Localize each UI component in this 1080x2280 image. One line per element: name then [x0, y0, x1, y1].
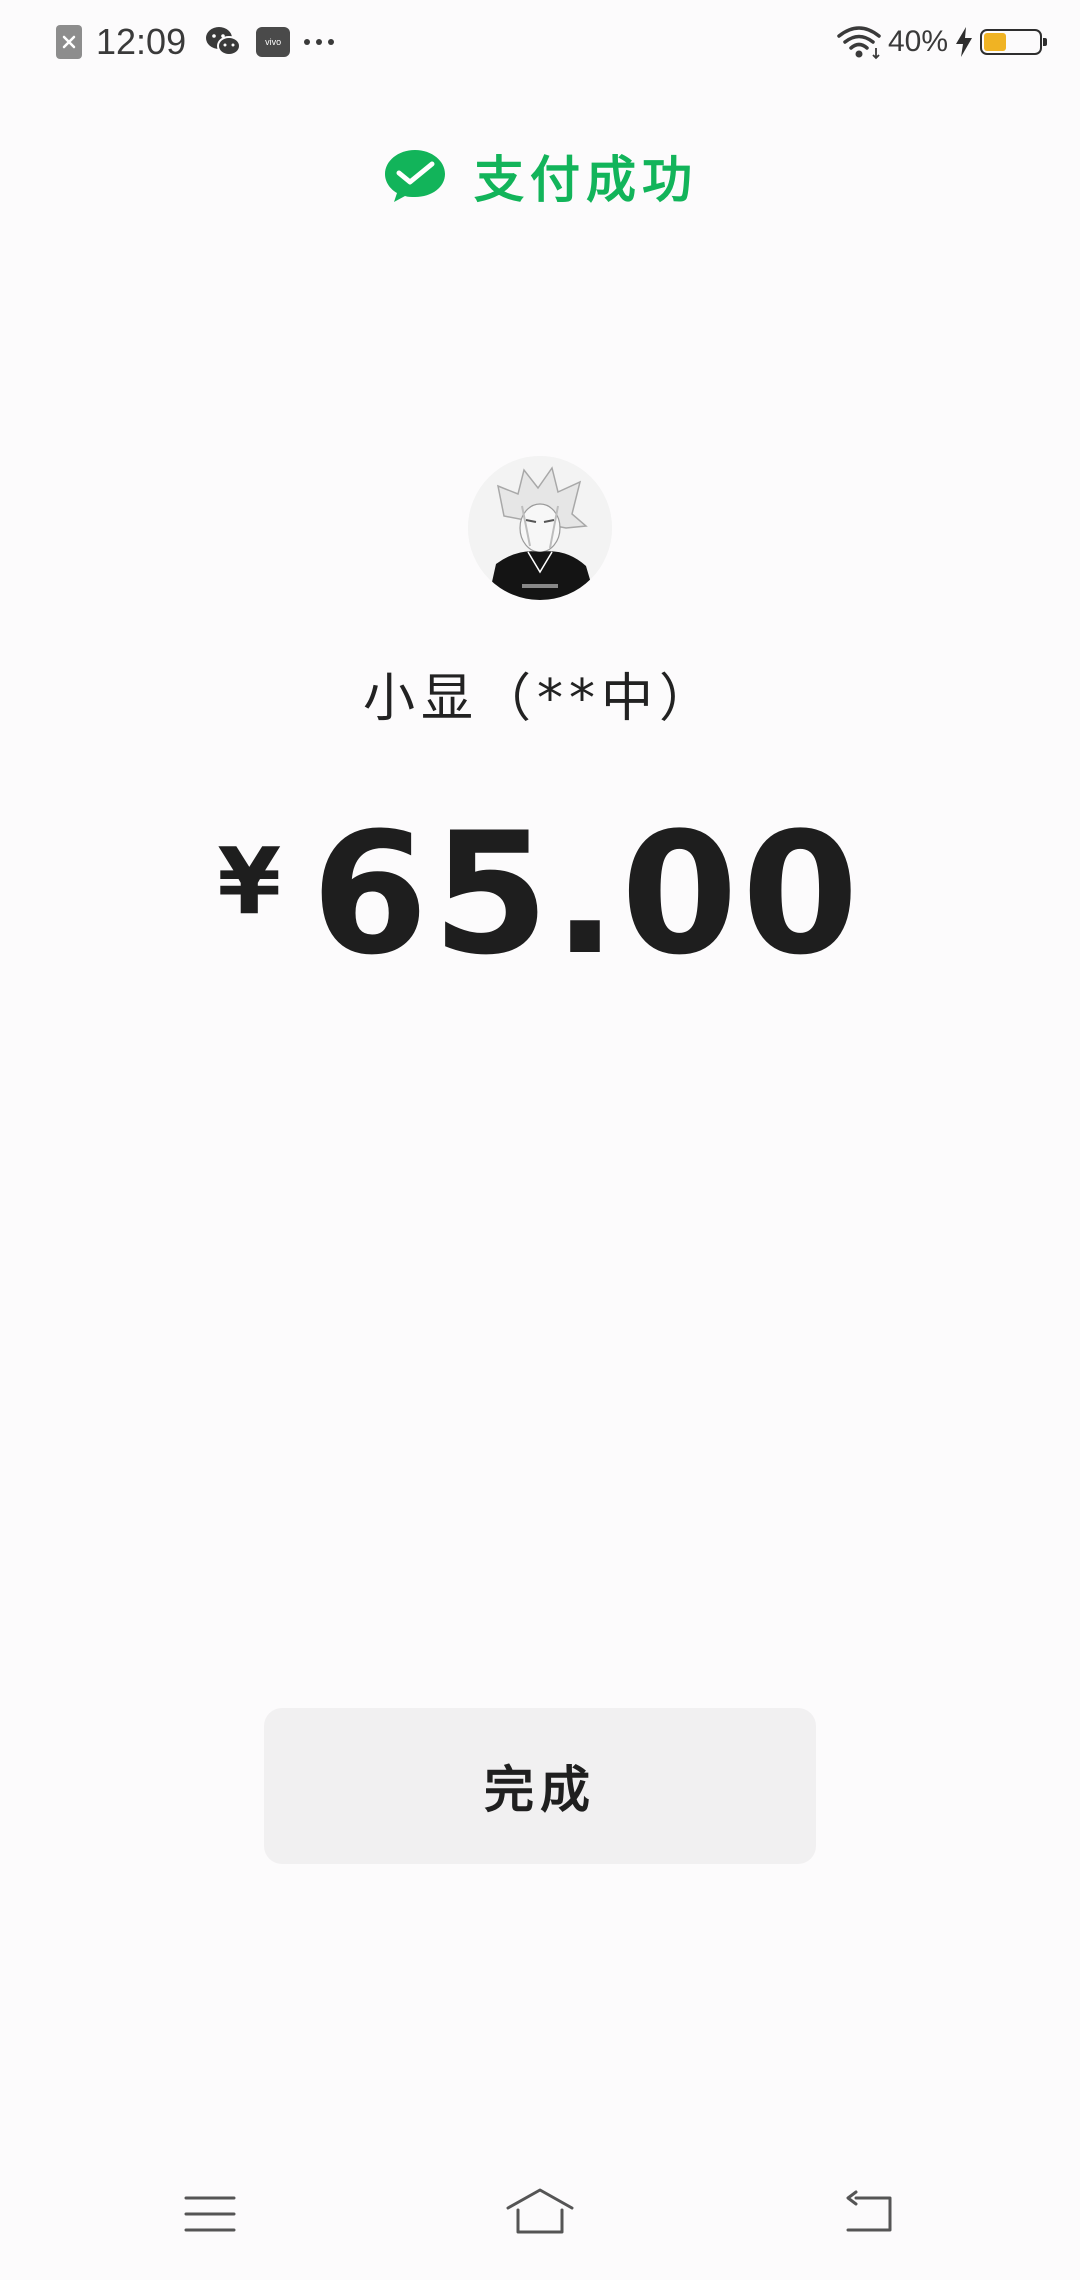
more-dots-icon: [304, 39, 335, 45]
close-notification-icon: [56, 25, 82, 59]
menu-icon[interactable]: [184, 2192, 236, 2236]
navigation-bar: [0, 2180, 1080, 2260]
charging-icon: [956, 27, 972, 57]
status-bar-right: 40%: [836, 22, 1047, 62]
battery-fill: [984, 33, 1006, 51]
payment-header: 支付成功: [0, 140, 1080, 212]
payee-name: 小显（**中）: [362, 669, 717, 729]
battery-icon: [980, 29, 1047, 55]
status-time: 12:09: [96, 21, 187, 62]
vivo-icon: vivo: [256, 27, 291, 57]
wifi-icon: [837, 26, 881, 60]
status-bar: 12:09 vivo 40%: [0, 0, 1080, 84]
avatar: [468, 456, 612, 600]
wechat-icon: [206, 27, 242, 56]
amount-value: 65.00: [311, 796, 863, 992]
status-bar-left: 12:09 vivo: [56, 20, 335, 64]
payment-amount: ¥ 65.00: [0, 810, 1080, 978]
payment-success-screen: 12:09 vivo 40% 支付成功 小显（**中） ¥ 65.00 完成: [0, 0, 1080, 2280]
home-icon[interactable]: [504, 2186, 576, 2238]
back-icon[interactable]: [842, 2190, 896, 2236]
wechat-pay-check-icon: [385, 150, 445, 202]
currency-symbol: ¥: [217, 828, 282, 935]
battery-percent: 40%: [887, 25, 948, 58]
page-title: 支付成功: [474, 151, 698, 209]
done-button[interactable]: 完成: [264, 1708, 816, 1864]
